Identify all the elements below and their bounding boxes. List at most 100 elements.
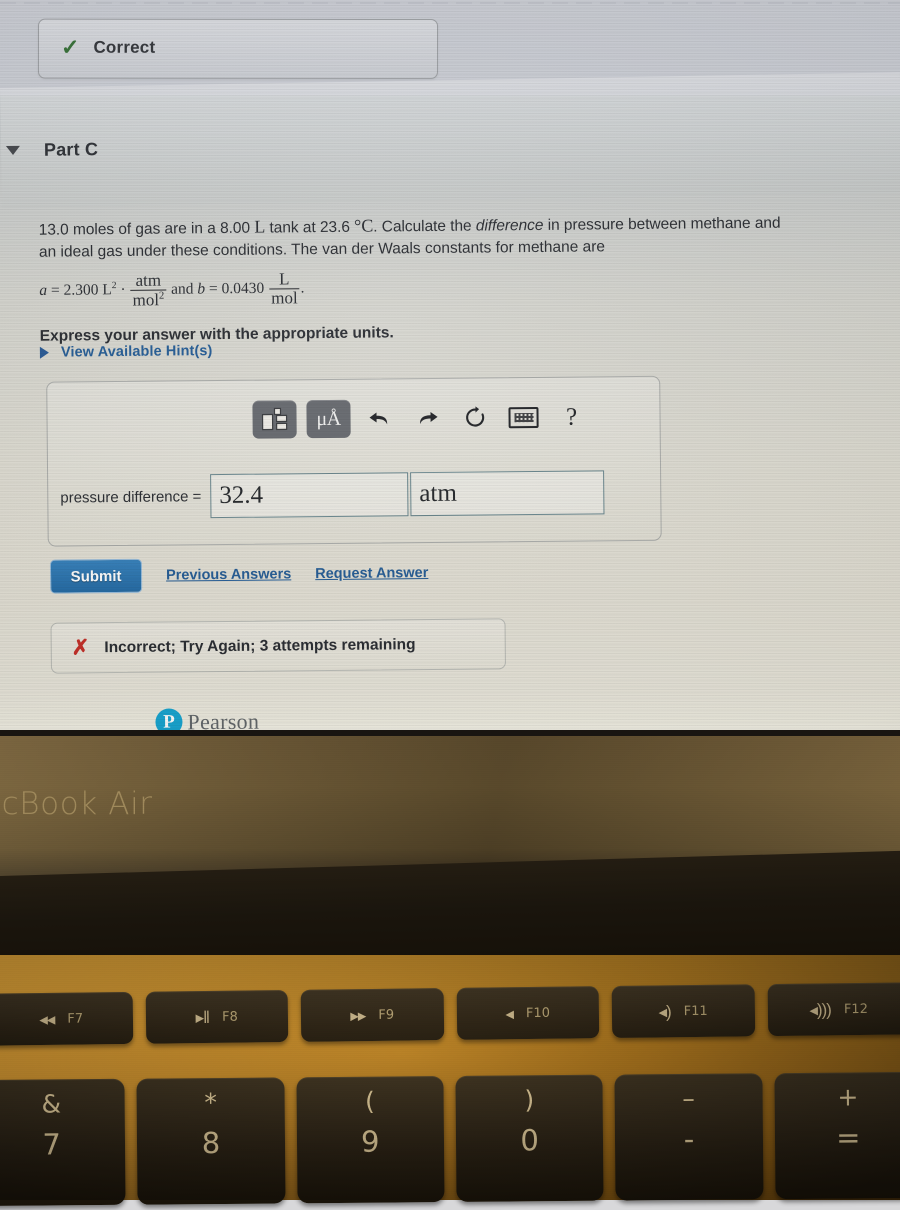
template-icon-svg — [261, 407, 288, 431]
key-f10-label: F10 — [525, 1005, 551, 1021]
rewind-icon: ◂◂ — [39, 1009, 55, 1029]
problem-text-d: in pressure between methane and — [543, 214, 781, 234]
key-f7-label: F7 — [67, 1010, 84, 1027]
view-hints-label: View Available Hint(s) — [60, 343, 213, 361]
redo-icon-svg — [420, 411, 438, 425]
key-f11-label: F11 — [683, 1003, 708, 1019]
key-9-upper: ( — [364, 1086, 375, 1116]
keyboard-icon[interactable] — [504, 398, 542, 436]
answer-field-label: pressure difference = — [60, 487, 202, 507]
answer-toolbar: μÅ ? — [252, 397, 590, 439]
fraction-denominator: mol2 — [131, 290, 167, 309]
problem-text-b: tank at 23.6 — [265, 218, 355, 237]
atm-per-mol2-fraction: atm mol2 — [130, 271, 167, 309]
key-8[interactable]: * 8 — [136, 1077, 286, 1205]
key-0-upper: ) — [524, 1085, 535, 1115]
undo-icon-svg — [369, 412, 388, 425]
key-equals-lower: = — [835, 1120, 861, 1155]
reset-icon-svg — [466, 406, 485, 427]
problem-statement: 13.0 moles of gas are in a 8.00 L tank a… — [39, 208, 892, 349]
units-micro-angstrom-icon[interactable]: μÅ — [306, 399, 351, 439]
formula-period: . — [300, 279, 305, 297]
undo-icon[interactable] — [360, 399, 398, 437]
formula-dot: · — [120, 281, 126, 299]
answer-input-row: pressure difference = 32.4 atm — [60, 470, 605, 519]
request-answer-link[interactable]: Request Answer — [315, 565, 428, 582]
key-f12[interactable]: ◂))) F12 — [767, 982, 900, 1037]
formula-and: and — [167, 280, 198, 298]
answer-units-input[interactable]: atm — [410, 470, 605, 517]
previous-answers-link[interactable]: Previous Answers — [166, 566, 291, 583]
triangle-down-icon[interactable] — [5, 145, 21, 156]
micro-angstrom-label: μÅ — [316, 407, 341, 430]
key-8-upper: * — [204, 1088, 218, 1118]
feedback-label: Incorrect; Try Again; 3 attempts remaini… — [104, 635, 416, 656]
constant-b-eq: = 0.0430 — [208, 279, 269, 298]
key-equals-upper: + — [837, 1082, 859, 1112]
correct-banner-content: ✓ Correct — [60, 34, 156, 60]
reset-icon[interactable] — [456, 398, 494, 436]
mute-icon: ◂ — [505, 1003, 514, 1023]
key-9[interactable]: ( 9 — [296, 1076, 445, 1204]
constant-b-symbol: b — [197, 280, 206, 298]
key-f7[interactable]: ◂◂ F7 — [0, 991, 133, 1046]
fraction-denominator-b: mol — [271, 288, 298, 308]
submit-button[interactable]: Submit — [49, 558, 143, 594]
laptop-model-label: acBook Air — [0, 786, 153, 822]
volume-down-icon: ◂) — [658, 1001, 671, 1021]
fraction-numerator-b: L — [268, 270, 300, 290]
key-f8-label: F8 — [222, 1009, 238, 1025]
template-icon[interactable] — [252, 400, 297, 439]
fast-forward-icon: ▸▸ — [350, 1005, 366, 1025]
key-minus-lower: - — [683, 1121, 695, 1156]
volume-up-icon: ◂))) — [809, 999, 832, 1020]
triangle-right-icon[interactable] — [39, 346, 49, 359]
check-icon: ✓ — [60, 34, 80, 60]
key-0[interactable]: ) 0 — [455, 1074, 604, 1202]
correct-banner: ✓ Correct — [37, 18, 439, 80]
key-equals[interactable]: + = — [774, 1071, 900, 1200]
keyboard-icon-keys — [514, 412, 534, 422]
correct-label: Correct — [93, 37, 156, 57]
answer-value-input[interactable]: 32.4 — [210, 472, 409, 519]
key-9-lower: 9 — [360, 1124, 380, 1159]
constant-a-symbol: a — [39, 281, 48, 299]
key-minus[interactable]: – - — [614, 1073, 764, 1201]
help-icon[interactable]: ? — [552, 397, 590, 435]
play-pause-icon: ▸‖ — [195, 1007, 210, 1027]
view-hints-link[interactable]: View Available Hint(s) — [39, 343, 213, 361]
constant-a-eq: = 2.300 L — [50, 281, 112, 299]
x-icon: ✗ — [71, 636, 90, 660]
key-f8[interactable]: ▸‖ F8 — [145, 989, 289, 1044]
vdw-constants-formula: a = 2.300 L2 · atm mol2 and b = 0.0430 Lm… — [39, 265, 891, 311]
fraction-den-text: mol — [132, 290, 160, 310]
mastering-chemistry-page: ✓ Correct Part C 13.0 moles of gas are i… — [0, 0, 900, 735]
unit-liter: L — [254, 216, 266, 237]
keyboard-icon-shape — [508, 406, 539, 428]
problem-text-c: . Calculate the — [373, 217, 476, 236]
key-0-lower: 0 — [520, 1123, 540, 1158]
function-key-row: ◂◂ F7 ▸‖ F8 ▸▸ F9 ◂ F10 ◂) F11 ◂))) F12 — [0, 982, 900, 1055]
key-8-lower: 8 — [201, 1126, 221, 1161]
constant-a-exp: 2 — [111, 280, 117, 292]
part-c-header[interactable]: Part C — [5, 139, 99, 161]
answer-panel: μÅ ? pressure difference = 32.4 atm — [46, 375, 662, 547]
submit-row: Submit Previous Answers Request Answer — [49, 556, 429, 594]
key-7[interactable]: & 7 — [0, 1078, 126, 1207]
help-label: ? — [565, 403, 578, 431]
fraction-den-exp: 2 — [158, 290, 165, 302]
key-f11[interactable]: ◂) F11 — [611, 984, 755, 1039]
key-7-lower: 7 — [42, 1127, 62, 1162]
laptop-screen-area: ✓ Correct Part C 13.0 moles of gas are i… — [0, 0, 900, 735]
problem-emphasis: difference — [475, 216, 544, 235]
key-f10[interactable]: ◂ F10 — [456, 986, 600, 1040]
key-7-upper: & — [41, 1089, 62, 1119]
problem-text-a: 13.0 moles of gas are in a 8.00 — [38, 219, 255, 239]
key-f9[interactable]: ▸▸ F9 — [300, 988, 444, 1042]
feedback-banner: ✗ Incorrect; Try Again; 3 attempts remai… — [50, 618, 506, 674]
number-key-row: & 7 * 8 ( 9 ) 0 – - + = — [0, 1071, 900, 1210]
page-title: Part C — [43, 139, 99, 160]
unit-celsius: °C — [354, 215, 374, 236]
redo-icon[interactable] — [408, 399, 446, 437]
key-minus-upper: – — [682, 1083, 695, 1113]
